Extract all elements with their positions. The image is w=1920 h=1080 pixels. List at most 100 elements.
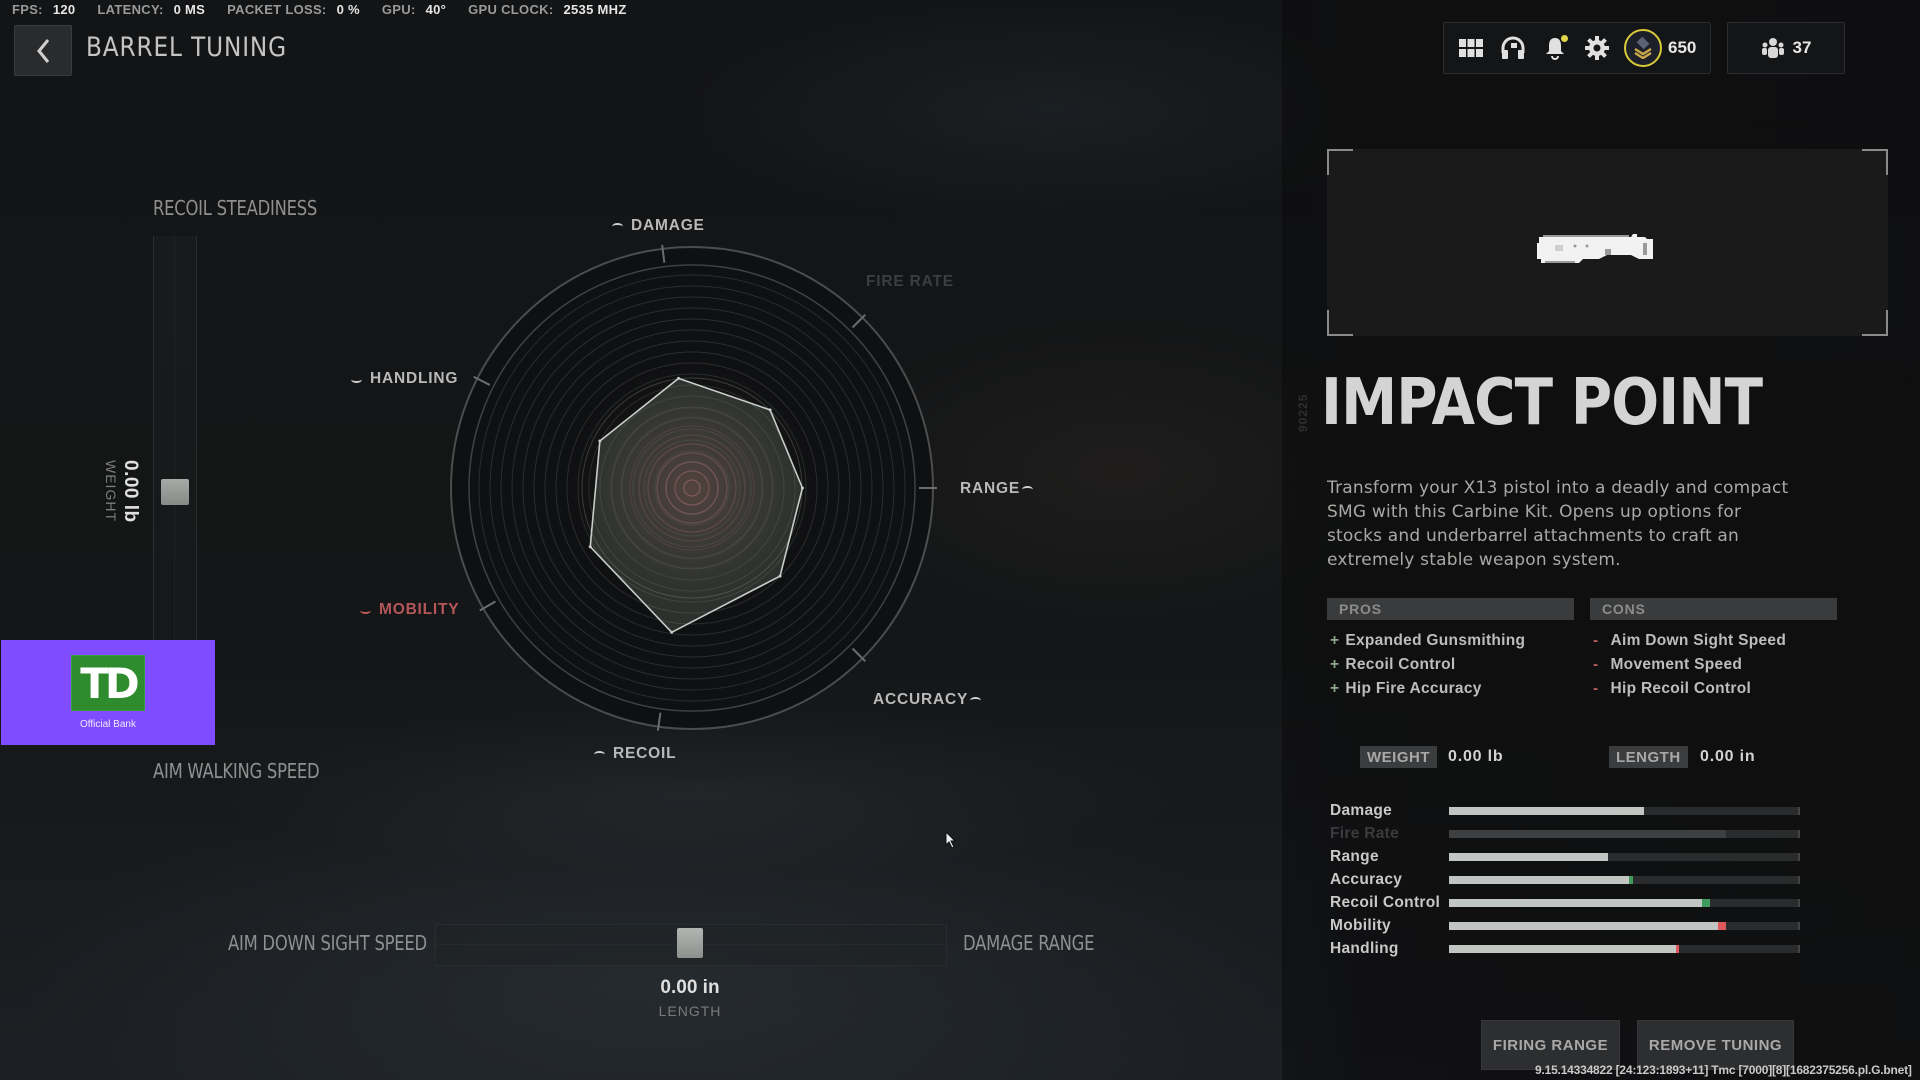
- headset-icon[interactable]: [1498, 33, 1528, 63]
- stat-up-indicator-icon: [612, 222, 623, 230]
- length-tuning-slider-thumb[interactable]: [677, 928, 703, 958]
- perf-label: GPU CLOCK:: [468, 2, 554, 17]
- stat-bar-fill: [1449, 945, 1677, 953]
- gear-icon[interactable]: [1582, 33, 1612, 63]
- radar-label-accuracy: ACCURACY: [873, 691, 982, 709]
- radar-label-recoil: RECOIL: [594, 745, 676, 763]
- radar-label-text: MOBILITY: [379, 601, 460, 618]
- pro-item: + Recoil Control: [1330, 656, 1525, 676]
- con-item: - Movement Speed: [1593, 656, 1786, 676]
- sponsor-ad[interactable]: TD Official Bank: [1, 640, 215, 745]
- con-text: Aim Down Sight Speed: [1610, 632, 1787, 649]
- pro-item: + Expanded Gunsmithing: [1330, 632, 1525, 652]
- cod-points-icon[interactable]: [1624, 29, 1662, 67]
- perf-value: 40°: [425, 2, 447, 17]
- damage-range-label: DAMAGE RANGE: [963, 931, 1095, 955]
- plus-icon: +: [1330, 656, 1340, 673]
- con-text: Movement Speed: [1610, 656, 1743, 673]
- aim-down-sight-speed-label: AIM DOWN SIGHT SPEED: [228, 931, 427, 955]
- stat-bar: [1449, 853, 1800, 861]
- build-version: 9.15.14334822 [24:123:1893+11] Tmc [7000…: [1535, 1063, 1912, 1077]
- stat-bar-fill: [1449, 899, 1703, 907]
- perf-value: 2535 MHZ: [563, 2, 627, 17]
- stat-bar: [1449, 899, 1800, 907]
- perf-value: 0 MS: [173, 2, 206, 17]
- minus-icon: -: [1593, 680, 1599, 697]
- weight-tag: WEIGHT: [1360, 746, 1437, 768]
- plus-icon: +: [1330, 680, 1340, 697]
- friends-icon: [1761, 38, 1784, 58]
- length-value: 0.00 in: [660, 977, 720, 998]
- header-toolbar: 650: [1443, 22, 1711, 74]
- perf-value: 120: [52, 2, 76, 17]
- radar-label-text: FIRE RATE: [866, 273, 954, 290]
- friends-online-count: 37: [1792, 38, 1812, 57]
- radar-label-damage: DAMAGE: [612, 217, 705, 235]
- weight-readout: 0.00 lb WEIGHT: [86, 430, 156, 550]
- con-item: - Aim Down Sight Speed: [1593, 632, 1786, 652]
- bell-icon[interactable]: [1540, 33, 1570, 63]
- con-item: - Hip Recoil Control: [1593, 680, 1786, 700]
- mouse-cursor-icon: [945, 831, 957, 849]
- notification-dot: [1561, 35, 1568, 42]
- cod-points-count: 650: [1668, 38, 1697, 57]
- perf-label: FPS:: [12, 2, 43, 17]
- stat-label: Recoil Control: [1330, 894, 1441, 911]
- radar-label-text: RECOIL: [613, 745, 677, 762]
- stat-up-indicator-icon: [1021, 485, 1033, 493]
- stat-row: Handling: [1330, 939, 1800, 959]
- radar-label-mobility: MOBILITY: [360, 601, 459, 619]
- cons-list: - Aim Down Sight Speed - Movement Speed - Hip…: [1593, 632, 1786, 700]
- stat-down-indicator-icon: [360, 607, 371, 614]
- stat-bar: [1449, 876, 1800, 884]
- stat-down-indicator-icon: [351, 376, 362, 383]
- stat-label: Range: [1330, 848, 1379, 865]
- grid-menu-icon[interactable]: [1456, 33, 1486, 63]
- weight-stat-value: 0.00 lb: [1448, 748, 1504, 765]
- stat-row: Mobility: [1330, 916, 1800, 936]
- pros-header: PROS: [1327, 598, 1574, 620]
- frame-corner: [1327, 149, 1353, 175]
- stat-bar-fill: [1449, 922, 1718, 930]
- stat-bar-increase: [1702, 899, 1711, 907]
- con-text: Hip Recoil Control: [1610, 680, 1752, 697]
- stat-row: Damage: [1330, 801, 1800, 821]
- radar-label-text: HANDLING: [370, 370, 459, 387]
- td-bank-logo: TD: [71, 655, 145, 711]
- back-button[interactable]: [14, 25, 72, 76]
- stat-row: Accuracy: [1330, 870, 1800, 890]
- recoil-steadiness-label: RECOIL STEADINESS: [153, 196, 318, 220]
- radar-label-fire-rate: FIRE RATE: [866, 273, 954, 291]
- length-stat-value: 0.00 in: [1700, 748, 1756, 765]
- attachment-name: IMPACT POINT: [1321, 366, 1763, 440]
- serial-text: 90225: [1296, 393, 1310, 432]
- stat-bar-fill: [1449, 830, 1726, 838]
- attachment-preview: [1327, 149, 1888, 336]
- attachment-description: Transform your X13 pistol into a deadly …: [1327, 478, 1789, 570]
- friends-button[interactable]: 37: [1727, 22, 1845, 74]
- perf-label: GPU:: [381, 2, 416, 17]
- stat-bar-decrease: [1717, 922, 1726, 930]
- pro-text: Hip Fire Accuracy: [1345, 680, 1482, 697]
- weight-tuning-slider-track[interactable]: [153, 236, 197, 641]
- stat-bar-fill: [1449, 876, 1630, 884]
- frame-corner: [1862, 149, 1888, 175]
- weight-value: 0.00 lb: [120, 460, 141, 523]
- stat-label: Damage: [1330, 802, 1393, 819]
- pros-list: + Expanded Gunsmithing + Recoil Control + Hip…: [1330, 632, 1525, 700]
- radar-label-handling: HANDLING: [351, 370, 458, 388]
- stat-up-indicator-icon: [594, 750, 605, 758]
- aim-walking-speed-label: AIM WALKING SPEED: [153, 759, 320, 783]
- stat-bar: [1449, 945, 1800, 953]
- minus-icon: -: [1593, 632, 1599, 649]
- perf-value: 0 %: [336, 2, 360, 17]
- frame-corner: [1862, 310, 1888, 336]
- stat-label: Mobility: [1330, 917, 1391, 934]
- length-label: LENGTH: [658, 1003, 722, 1019]
- stat-bar-increase: [1629, 876, 1633, 884]
- stat-row: Range: [1330, 847, 1800, 867]
- radar-label-text: DAMAGE: [631, 217, 705, 234]
- weight-tuning-slider-thumb[interactable]: [161, 479, 189, 505]
- carbine-kit-image: [1537, 234, 1653, 263]
- stat-label: Fire Rate: [1330, 825, 1400, 842]
